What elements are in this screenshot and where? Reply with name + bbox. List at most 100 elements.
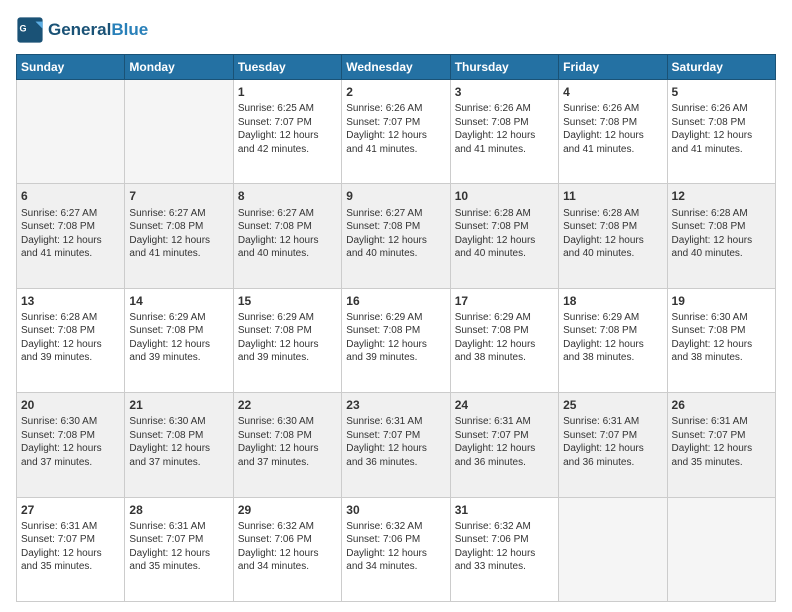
calendar-week-row: 27 Sunrise: 6:31 AMSunset: 7:07 PMDayligh… [17, 497, 776, 601]
day-info: Sunrise: 6:29 AMSunset: 7:08 PMDaylight:… [455, 312, 536, 364]
day-info: Sunrise: 6:27 AMSunset: 7:08 PMDaylight:… [238, 208, 319, 260]
day-info: Sunrise: 6:31 AMSunset: 7:07 PMDaylight:… [346, 416, 427, 468]
day-info: Sunrise: 6:26 AMSunset: 7:08 PMDaylight:… [672, 103, 753, 155]
day-number: 25 [563, 397, 662, 413]
page: G GeneralBlue SundayMondayTuesdayWednesd… [0, 0, 792, 612]
day-number: 19 [672, 293, 771, 309]
day-info: Sunrise: 6:25 AMSunset: 7:07 PMDaylight:… [238, 103, 319, 155]
calendar-week-row: 13 Sunrise: 6:28 AMSunset: 7:08 PMDayligh… [17, 288, 776, 392]
day-info: Sunrise: 6:31 AMSunset: 7:07 PMDaylight:… [455, 416, 536, 468]
calendar-cell: 14 Sunrise: 6:29 AMSunset: 7:08 PMDayligh… [125, 288, 233, 392]
calendar-week-row: 20 Sunrise: 6:30 AMSunset: 7:08 PMDayligh… [17, 393, 776, 497]
day-number: 2 [346, 84, 445, 100]
calendar-cell: 2 Sunrise: 6:26 AMSunset: 7:07 PMDaylight… [342, 80, 450, 184]
day-info: Sunrise: 6:29 AMSunset: 7:08 PMDaylight:… [346, 312, 427, 364]
calendar-cell: 15Sunrise: 6:29 AMSunset: 7:08 PMDayligh… [233, 288, 341, 392]
day-info: Sunrise: 6:27 AMSunset: 7:08 PMDaylight:… [129, 208, 210, 260]
calendar-cell: 23 Sunrise: 6:31 AMSunset: 7:07 PMDayligh… [342, 393, 450, 497]
day-info: Sunrise: 6:32 AMSunset: 7:06 PMDaylight:… [346, 521, 427, 573]
calendar-cell: 16 Sunrise: 6:29 AMSunset: 7:08 PMDayligh… [342, 288, 450, 392]
calendar-cell: 3Sunrise: 6:26 AMSunset: 7:08 PMDaylight… [450, 80, 558, 184]
day-number: 11 [563, 188, 662, 204]
day-number: 6 [21, 188, 120, 204]
weekday-header: Friday [559, 55, 667, 80]
calendar-cell [559, 497, 667, 601]
calendar-header-row: SundayMondayTuesdayWednesdayThursdayFrid… [17, 55, 776, 80]
day-info: Sunrise: 6:31 AMSunset: 7:07 PMDaylight:… [129, 521, 210, 573]
day-number: 14 [129, 293, 228, 309]
day-number: 7 [129, 188, 228, 204]
weekday-header: Tuesday [233, 55, 341, 80]
day-info: Sunrise: 6:29 AMSunset: 7:08 PMDaylight:… [563, 312, 644, 364]
weekday-header: Monday [125, 55, 233, 80]
day-info: Sunrise: 6:29 AMSunset: 7:08 PMDaylight:… [129, 312, 210, 364]
calendar-cell: 7 Sunrise: 6:27 AMSunset: 7:08 PMDaylight… [125, 184, 233, 288]
calendar-cell: 6Sunrise: 6:27 AMSunset: 7:08 PMDaylight… [17, 184, 125, 288]
calendar-cell: 31 Sunrise: 6:32 AMSunset: 7:06 PMDayligh… [450, 497, 558, 601]
calendar-cell: 25 Sunrise: 6:31 AMSunset: 7:07 PMDayligh… [559, 393, 667, 497]
day-info: Sunrise: 6:26 AMSunset: 7:07 PMDaylight:… [346, 103, 427, 155]
day-info: Sunrise: 6:28 AMSunset: 7:08 PMDaylight:… [21, 312, 102, 364]
day-number: 4 [563, 84, 662, 100]
day-number: 12 [672, 188, 771, 204]
weekday-header: Sunday [17, 55, 125, 80]
calendar-cell: 18Sunrise: 6:29 AMSunset: 7:08 PMDayligh… [559, 288, 667, 392]
day-number: 20 [21, 397, 120, 413]
calendar-cell: 12Sunrise: 6:28 AMSunset: 7:08 PMDayligh… [667, 184, 775, 288]
calendar-cell: 29 Sunrise: 6:32 AMSunset: 7:06 PMDayligh… [233, 497, 341, 601]
header: G GeneralBlue [16, 16, 776, 44]
calendar-cell: 21 Sunrise: 6:30 AMSunset: 7:08 PMDayligh… [125, 393, 233, 497]
svg-text:G: G [20, 23, 27, 33]
calendar-cell: 11 Sunrise: 6:28 AMSunset: 7:08 PMDayligh… [559, 184, 667, 288]
calendar-cell: 17Sunrise: 6:29 AMSunset: 7:08 PMDayligh… [450, 288, 558, 392]
day-number: 30 [346, 502, 445, 518]
calendar-cell: 20 Sunrise: 6:30 AMSunset: 7:08 PMDayligh… [17, 393, 125, 497]
day-info: Sunrise: 6:30 AMSunset: 7:08 PMDaylight:… [129, 416, 210, 468]
day-info: Sunrise: 6:31 AMSunset: 7:07 PMDaylight:… [21, 521, 102, 573]
calendar-cell: 24 Sunrise: 6:31 AMSunset: 7:07 PMDayligh… [450, 393, 558, 497]
day-number: 10 [455, 188, 554, 204]
day-number: 16 [346, 293, 445, 309]
day-info: Sunrise: 6:28 AMSunset: 7:08 PMDaylight:… [563, 208, 644, 260]
calendar-cell: 10 Sunrise: 6:28 AMSunset: 7:08 PMDayligh… [450, 184, 558, 288]
calendar-cell [125, 80, 233, 184]
day-info: Sunrise: 6:30 AMSunset: 7:08 PMDaylight:… [672, 312, 753, 364]
day-info: Sunrise: 6:28 AMSunset: 7:08 PMDaylight:… [455, 208, 536, 260]
day-number: 23 [346, 397, 445, 413]
day-number: 8 [238, 188, 337, 204]
day-number: 31 [455, 502, 554, 518]
day-info: Sunrise: 6:27 AMSunset: 7:08 PMDaylight:… [346, 208, 427, 260]
day-info: Sunrise: 6:26 AMSunset: 7:08 PMDaylight:… [563, 103, 644, 155]
calendar-cell: 8 Sunrise: 6:27 AMSunset: 7:08 PMDaylight… [233, 184, 341, 288]
day-number: 29 [238, 502, 337, 518]
day-number: 24 [455, 397, 554, 413]
weekday-header: Saturday [667, 55, 775, 80]
logo: G GeneralBlue [16, 16, 148, 44]
day-info: Sunrise: 6:32 AMSunset: 7:06 PMDaylight:… [238, 521, 319, 573]
calendar-week-row: 1Sunrise: 6:25 AMSunset: 7:07 PMDaylight… [17, 80, 776, 184]
day-info: Sunrise: 6:30 AMSunset: 7:08 PMDaylight:… [21, 416, 102, 468]
day-info: Sunrise: 6:32 AMSunset: 7:06 PMDaylight:… [455, 521, 536, 573]
calendar-cell: 30 Sunrise: 6:32 AMSunset: 7:06 PMDayligh… [342, 497, 450, 601]
calendar-cell: 4 Sunrise: 6:26 AMSunset: 7:08 PMDaylight… [559, 80, 667, 184]
day-number: 28 [129, 502, 228, 518]
calendar-cell [17, 80, 125, 184]
day-number: 5 [672, 84, 771, 100]
calendar-cell: 26Sunrise: 6:31 AMSunset: 7:07 PMDayligh… [667, 393, 775, 497]
day-number: 3 [455, 84, 554, 100]
day-info: Sunrise: 6:31 AMSunset: 7:07 PMDaylight:… [672, 416, 753, 468]
weekday-header: Thursday [450, 55, 558, 80]
calendar-cell: 19 Sunrise: 6:30 AMSunset: 7:08 PMDayligh… [667, 288, 775, 392]
calendar-cell: 13 Sunrise: 6:28 AMSunset: 7:08 PMDayligh… [17, 288, 125, 392]
logo-text: GeneralBlue [48, 21, 148, 40]
calendar-week-row: 6 Sunrise: 6:27 AMSunset: 7:08 PMDaylight… [17, 184, 776, 288]
calendar-cell: 28 Sunrise: 6:31 AMSunset: 7:07 PMDayligh… [125, 497, 233, 601]
day-number: 13 [21, 293, 120, 309]
day-number: 15 [238, 293, 337, 309]
day-number: 21 [129, 397, 228, 413]
day-number: 27 [21, 502, 120, 518]
calendar-cell: 22Sunrise: 6:30 AMSunset: 7:08 PMDayligh… [233, 393, 341, 497]
weekday-header: Wednesday [342, 55, 450, 80]
day-info: Sunrise: 6:31 AMSunset: 7:07 PMDaylight:… [563, 416, 644, 468]
day-number: 9 [346, 188, 445, 204]
